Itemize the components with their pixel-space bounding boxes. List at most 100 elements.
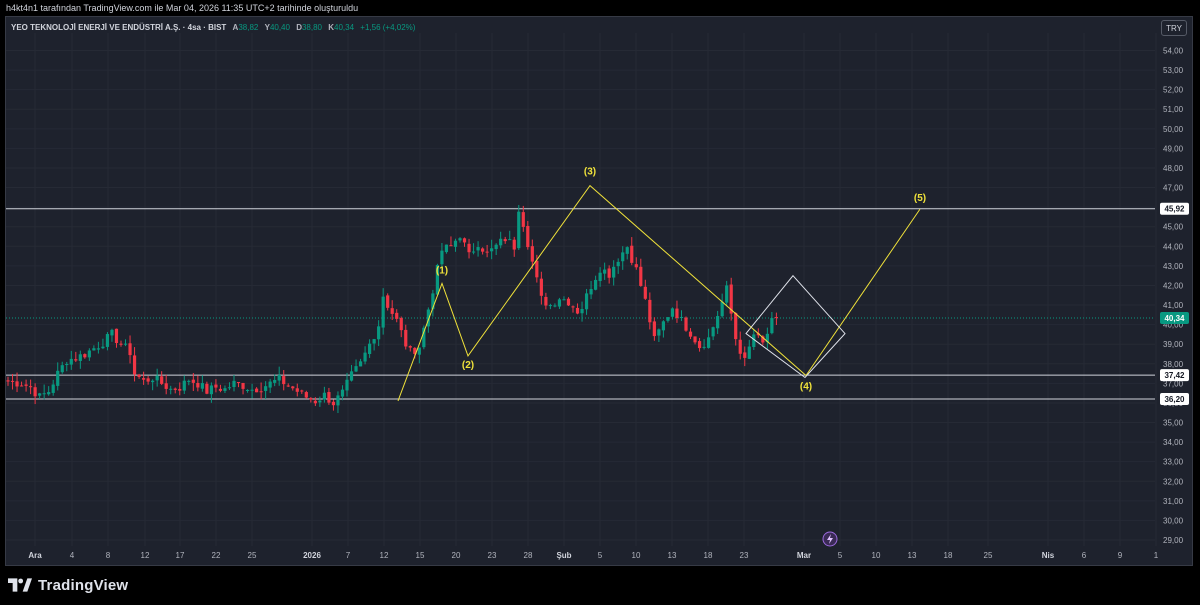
candle-body: [178, 388, 182, 391]
price-tag-label: 45,92: [1164, 205, 1185, 214]
candle-body: [616, 261, 620, 267]
time-tick-label: 4: [70, 551, 75, 560]
candle-body: [128, 343, 132, 356]
candle-body: [300, 390, 304, 392]
symbol-legend: YEO TEKNOLOJİ ENERJİ VE ENDÜSTRİ A.Ş. · …: [11, 23, 415, 32]
candle-body: [51, 384, 55, 393]
candle-body: [250, 389, 254, 391]
candle-body: [440, 250, 444, 265]
time-tick-label: 23: [740, 551, 749, 560]
candle-body: [512, 239, 516, 250]
candle-body: [241, 382, 245, 389]
candle-body: [399, 318, 403, 331]
candle-body: [648, 299, 652, 323]
candle-body: [196, 383, 200, 388]
candle-body: [56, 370, 60, 386]
candle-body: [598, 272, 602, 282]
candle-body: [544, 296, 548, 306]
candle-body: [264, 386, 268, 391]
candle-body: [716, 316, 720, 329]
elliott-wave-drawing: (1) (2) (3) (4) (5): [397, 167, 926, 402]
candle-body: [417, 347, 421, 355]
candle-body: [697, 341, 702, 349]
candle-body: [309, 398, 313, 400]
candle-body: [232, 380, 236, 388]
candle-body: [236, 382, 241, 384]
candle-body: [160, 376, 164, 384]
price-axis: 54,00 53,00 52,00 51,00 50,00 49,00 48,00 47,00…: [1163, 47, 1184, 546]
price-tick-label: 33,00: [1163, 458, 1184, 467]
candle-body: [33, 387, 37, 397]
candle-body: [363, 352, 367, 362]
candle-body: [444, 244, 449, 253]
candle-body: [521, 212, 525, 227]
candle-body: [60, 365, 64, 373]
candle-body: [191, 379, 195, 383]
candle-body: [132, 355, 137, 375]
candle-body: [711, 327, 715, 337]
tradingview-logo[interactable]: TradingView: [8, 575, 128, 595]
candle-body: [526, 225, 530, 248]
candle-body: [657, 329, 661, 336]
candle-body: [96, 348, 100, 350]
candle-body: [372, 339, 376, 344]
candle-body: [557, 299, 562, 307]
price-tag-label: 40,34: [1164, 314, 1185, 323]
candle-body: [282, 376, 286, 385]
candle-body: [358, 361, 363, 367]
price-tick-label: 34,00: [1163, 438, 1184, 447]
candle-body: [313, 400, 317, 404]
candle-body: [200, 383, 204, 389]
price-tick-label: 38,00: [1163, 360, 1184, 369]
time-tick-label: 12: [380, 551, 389, 560]
event-marker: [822, 531, 838, 547]
candle-body: [92, 348, 96, 351]
candle-body: [535, 260, 539, 278]
candle-body: [499, 238, 503, 246]
currency-button[interactable]: TRY: [1161, 20, 1187, 36]
candle-body: [548, 305, 552, 307]
price-tick-label: 39,00: [1163, 340, 1184, 349]
candle-body: [707, 337, 711, 348]
horizontal-levels: [6, 208, 1155, 400]
candle-body: [395, 312, 399, 319]
candle-body: [530, 246, 534, 262]
elliott-wave-line: [397, 184, 921, 402]
candle-body: [481, 248, 485, 252]
candle-body: [245, 389, 250, 391]
candle-body: [10, 380, 15, 382]
candle-body: [38, 393, 42, 396]
high-value: 40,40: [269, 23, 290, 32]
candle-body: [774, 317, 778, 319]
price-chart[interactable]: (1) (2) (3) (4) (5) 54,00 53,00 52,00 51,00 50,0…: [0, 0, 1200, 605]
time-tick-label: 2026: [303, 551, 321, 560]
price-tick-label: 30,00: [1163, 516, 1184, 525]
time-tick-label: 18: [704, 551, 713, 560]
candle-body: [494, 244, 498, 250]
time-tick-label: 22: [212, 551, 221, 560]
price-tick-label: 54,00: [1163, 47, 1184, 56]
candle-body: [187, 380, 191, 382]
price-tick-label: 51,00: [1163, 105, 1184, 114]
candle-body: [571, 306, 575, 308]
candle-body: [725, 285, 729, 303]
candle-body: [164, 383, 168, 389]
candle-body: [390, 308, 394, 314]
candle-body: [6, 380, 10, 382]
candle-body: [607, 268, 611, 278]
candle-body: [255, 388, 259, 393]
candle-body: [368, 343, 372, 355]
candle-body: [29, 386, 33, 388]
price-tick-label: 45,00: [1163, 223, 1184, 232]
candle-body: [449, 245, 453, 247]
time-tick-label: 9: [1118, 551, 1123, 560]
candle-body: [291, 386, 295, 389]
candle-body: [24, 384, 28, 386]
candle-body: [114, 328, 119, 344]
candle-body: [74, 359, 78, 361]
symbol-name: YEO TEKNOLOJİ ENERJİ VE ENDÜSTRİ A.Ş. · …: [11, 23, 227, 32]
price-tick-label: 53,00: [1163, 66, 1184, 75]
candle-body: [471, 251, 476, 253]
candle-body: [670, 308, 675, 317]
candle-body: [661, 321, 665, 331]
